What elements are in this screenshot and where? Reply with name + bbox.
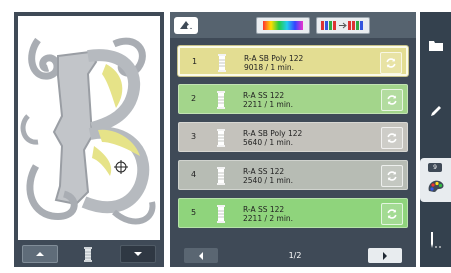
refresh-icon [387, 209, 397, 219]
toolbar [170, 12, 416, 38]
arrow-right-icon [383, 251, 387, 260]
thread-code-time: 9018 / 1 min. [244, 63, 295, 72]
next-page-button[interactable] [368, 248, 402, 263]
color-spectrum-icon [263, 21, 303, 30]
color-count-badge: 9 [428, 163, 442, 172]
sort-colors-icon [321, 21, 363, 30]
thread-list-panel: 1 R-A SB Poly 122 9018 / 1 min. 2 R-A SS 122… [170, 12, 416, 267]
arrow-up-icon [36, 252, 44, 256]
thread-row[interactable]: 5 R-A SS 122 2211 / 2 min. [178, 198, 408, 228]
needle-icon [430, 232, 441, 248]
change-thread-button[interactable] [381, 165, 403, 187]
arrow-left-icon [199, 251, 203, 260]
pager: 1/2 [170, 244, 416, 267]
thread-code-time: 2211 / 1 min. [243, 100, 294, 109]
thread-spool-icon [218, 54, 226, 72]
page-indicator: 1/2 [288, 251, 302, 260]
change-thread-button[interactable] [381, 203, 403, 225]
refresh-icon [387, 95, 397, 105]
thread-palette-tab[interactable] [174, 17, 198, 34]
refresh-icon [387, 171, 397, 181]
thread-spool-icon [217, 167, 225, 185]
thread-row[interactable]: 3 R-A SB Poly 122 5640 / 1 min. [178, 122, 408, 152]
embroidery-design-image [20, 37, 156, 225]
change-thread-button[interactable] [381, 127, 403, 149]
prev-page-button[interactable] [184, 248, 218, 263]
thread-row[interactable]: 1 R-A SB Poly 122 9018 / 1 min. [178, 46, 408, 76]
refresh-icon [387, 133, 397, 143]
thread-brand-name: R-A SB Poly 122 [243, 129, 303, 138]
scroll-down-button[interactable] [120, 245, 156, 263]
thread-color-button[interactable]: 9 [420, 158, 451, 202]
thread-number: 3 [191, 132, 197, 141]
thread-row[interactable]: 2 R-A SS 122 2211 / 1 min. [178, 84, 408, 114]
thread-brand-name: R-A SS 122 [243, 91, 285, 100]
thread-brand-name: R-A SB Poly 122 [244, 54, 304, 63]
thread-spool-icon [217, 205, 225, 223]
thread-brand-name: R-A SS 122 [243, 205, 285, 214]
thread-code-time: 5640 / 1 min. [243, 138, 294, 147]
change-thread-button[interactable] [381, 89, 403, 111]
design-preview-panel [14, 12, 164, 267]
thread-number: 1 [192, 57, 198, 66]
thread-spool-icon [84, 247, 92, 262]
design-preview [18, 16, 160, 240]
sew-button[interactable] [420, 226, 451, 256]
thread-spool-icon [217, 91, 225, 109]
thread-code-time: 2540 / 1 min. [243, 176, 294, 185]
palette-icon [428, 180, 443, 192]
thread-row[interactable]: 4 R-A SS 122 2540 / 1 min. [178, 160, 408, 190]
change-thread-button[interactable] [380, 52, 402, 74]
thread-number: 2 [191, 94, 197, 103]
pencil-icon [430, 106, 441, 116]
thread-cone-icon [180, 21, 192, 29]
embroidery-screen: 1 R-A SB Poly 122 9018 / 1 min. 2 R-A SS 122… [0, 0, 451, 273]
thread-number: 4 [191, 170, 197, 179]
thread-brand-name: R-A SS 122 [243, 167, 285, 176]
refresh-icon [386, 58, 396, 68]
arrow-down-icon [134, 252, 142, 256]
edit-button[interactable] [420, 96, 451, 126]
right-sidebar: 9 [420, 12, 451, 267]
thread-number: 5 [191, 208, 197, 217]
sort-threads-button[interactable] [316, 17, 370, 34]
scroll-up-button[interactable] [22, 245, 58, 263]
folder-icon [428, 40, 443, 51]
thread-spool-icon [217, 129, 225, 147]
color-palette-button[interactable] [256, 17, 310, 34]
thread-code-time: 2211 / 2 min. [243, 214, 294, 223]
preview-controls [18, 245, 160, 265]
folder-button[interactable] [420, 30, 451, 60]
